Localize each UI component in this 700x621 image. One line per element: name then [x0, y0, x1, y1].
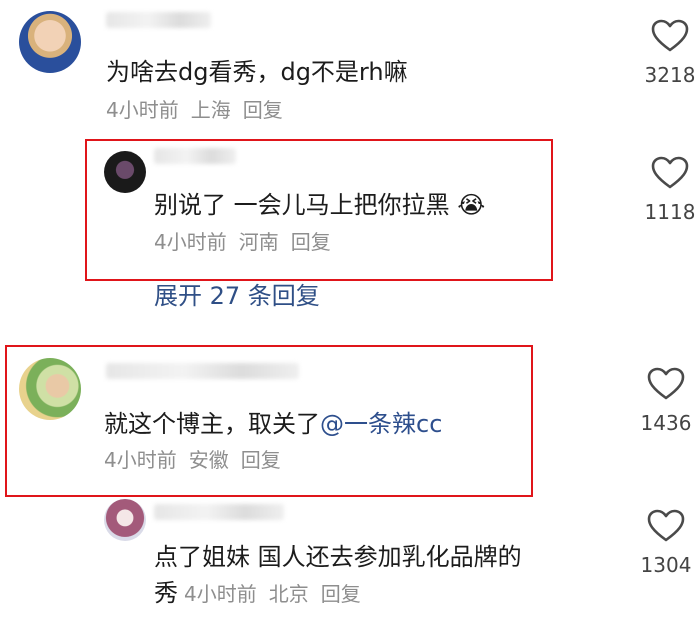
avatar[interactable]: [104, 151, 146, 193]
reply-time: 4小时前: [154, 230, 227, 254]
reply-button[interactable]: 回复: [291, 230, 331, 254]
expand-replies-link[interactable]: 展开 27 条回复: [154, 281, 320, 311]
like-count: 1118: [644, 200, 696, 224]
like-button[interactable]: 1118: [640, 156, 700, 224]
username-blurred[interactable]: [154, 148, 236, 164]
heart-outline-icon[interactable]: [651, 156, 689, 190]
avatar[interactable]: [19, 11, 81, 73]
like-button[interactable]: 1304: [636, 509, 696, 577]
like-button[interactable]: 1436: [636, 367, 696, 435]
reply-meta: 4小时前 河南 回复: [154, 229, 343, 255]
comment-meta: 4小时前 安徽 回复: [104, 447, 293, 473]
reply-button[interactable]: 回复: [241, 448, 281, 472]
comment-text: 就这个博主，取关了@一条辣cc: [104, 410, 443, 438]
comment-location: 安徽: [188, 448, 229, 472]
avatar[interactable]: [19, 358, 81, 420]
comment-time: 4小时前: [106, 98, 179, 122]
like-count: 1304: [640, 553, 692, 577]
comment-time: 4小时前: [104, 448, 177, 472]
heart-outline-icon[interactable]: [651, 19, 689, 53]
heart-outline-icon[interactable]: [647, 367, 685, 401]
comment-location: 上海: [190, 98, 231, 122]
username-blurred[interactable]: [106, 12, 211, 28]
reply-location: 河南: [238, 230, 279, 254]
comment-text: 为啥去dg看秀，dg不是rh嘛: [106, 58, 408, 86]
username-blurred[interactable]: [154, 504, 284, 520]
reply-button[interactable]: 回复: [243, 98, 283, 122]
crying-emoji-icon: 😭: [457, 191, 486, 219]
reply-text-line2: 秀: [154, 579, 178, 607]
reply-text: 点了姐妹 国人还去参加乳化品牌的: [154, 543, 522, 571]
username-blurred[interactable]: [106, 363, 299, 379]
like-button[interactable]: 3218: [640, 19, 700, 87]
heart-outline-icon[interactable]: [647, 509, 685, 543]
like-count: 3218: [644, 63, 696, 87]
reply-text: 别说了 一会儿马上把你拉黑 😭: [154, 191, 486, 219]
reply-button[interactable]: 回复: [321, 582, 361, 606]
comment-meta: 4小时前 上海 回复: [106, 97, 295, 123]
mention-link[interactable]: @一条辣cc: [320, 410, 442, 438]
reply-meta: 4小时前 北京 回复: [184, 581, 373, 607]
avatar[interactable]: [104, 499, 146, 541]
like-count: 1436: [640, 411, 692, 435]
reply-time: 4小时前: [184, 582, 257, 606]
reply-location: 北京: [268, 582, 309, 606]
